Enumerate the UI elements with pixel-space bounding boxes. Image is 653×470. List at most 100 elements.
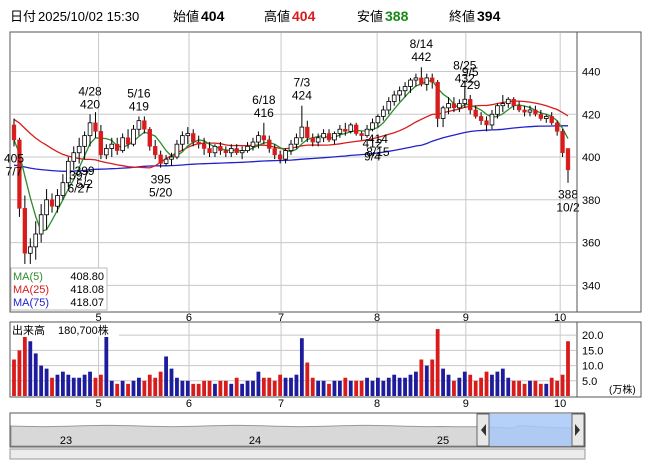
candle-body (527, 109, 533, 113)
volume-bar (299, 338, 304, 396)
candle-body (283, 150, 288, 160)
annotation-line2: 10/2 (556, 201, 580, 215)
volume-bar (93, 377, 98, 396)
candle-body (478, 116, 484, 121)
volume-bar (310, 377, 315, 396)
candle-body (560, 131, 565, 154)
volume-bar (435, 329, 440, 396)
header-high-label: 高値 (264, 9, 290, 24)
volume-x-tick-label: 6 (186, 398, 192, 410)
candle-body (522, 109, 527, 113)
annotation-line1: 8/14 (410, 37, 434, 51)
candle-body (234, 148, 239, 154)
candle-body (82, 135, 87, 147)
navigator-selection[interactable] (484, 414, 577, 446)
price-tick-label: 400 (582, 152, 600, 164)
candle-body (49, 199, 55, 207)
volume-bar (473, 380, 478, 396)
volume-latest: 180,700株 (58, 323, 109, 337)
volume-bar (528, 380, 532, 396)
volume-x-tick-label: 8 (374, 398, 380, 410)
candle-body (408, 79, 413, 87)
stock-chart: 日付 2025/10/02 15:30 始値 404 高値 404 安値 388… (0, 0, 653, 470)
volume-bar (484, 371, 489, 396)
candle-body (169, 156, 174, 160)
volume-bar (66, 374, 71, 396)
candle-body (294, 137, 299, 145)
volume-bar (495, 371, 500, 396)
volume-bar (316, 380, 321, 396)
volume-bar (245, 380, 250, 396)
volume-bar (408, 374, 413, 396)
volume-bar (511, 380, 516, 396)
volume-bar (71, 377, 76, 396)
annotation-line2: 6/27 (67, 181, 91, 195)
volume-bar (506, 377, 511, 396)
navigator-scrollbar[interactable] (9, 448, 586, 460)
candle-body (109, 143, 115, 149)
annotation-line2: 416 (254, 106, 274, 120)
annotation-line1: 5/16 (127, 86, 151, 100)
candle-body (115, 143, 120, 151)
candle-body (343, 128, 348, 132)
volume-bar (251, 380, 255, 396)
candle-body (549, 116, 554, 124)
candle-body (104, 148, 109, 156)
candle-body (321, 133, 326, 139)
volume-bar (538, 383, 543, 396)
price-tick-label: 440 (582, 66, 600, 78)
candle-body (326, 133, 332, 141)
candle-body (261, 135, 266, 141)
volume-bar (202, 380, 206, 396)
volume-bar (88, 371, 92, 396)
navigator-left-handle[interactable] (476, 413, 490, 447)
volume-bar (289, 377, 293, 396)
range-navigator[interactable]: 23 24 25 (9, 412, 586, 460)
candle-body (245, 145, 250, 152)
volume-bar (294, 374, 299, 396)
candle-body (250, 141, 256, 147)
annotation-line1: 397 (69, 168, 89, 182)
candle-body (136, 120, 142, 130)
volume-bar (403, 377, 407, 396)
ma-legend: MA(5) 408.80 MA(25) 418.08 MA(75) 418.07 (10, 267, 108, 311)
volume-bar (386, 377, 391, 396)
candle-body (565, 148, 571, 171)
volume-tick-label: 20.0 (582, 330, 603, 342)
volume-bar (147, 374, 152, 396)
candle-body (76, 145, 82, 154)
volume-bar (82, 374, 87, 396)
volume-x-tick-label: 9 (463, 398, 469, 410)
candle-body (451, 103, 457, 109)
candle-body (430, 77, 435, 83)
volume-bar (397, 377, 402, 396)
volume-bar (39, 365, 44, 396)
candle-body (310, 137, 315, 143)
price-tick-label: 380 (582, 195, 600, 207)
volume-bar (175, 377, 179, 396)
candle-body (98, 131, 104, 156)
volume-bar (131, 380, 136, 396)
volume-bar (272, 380, 277, 396)
navigator-year-label: 25 (437, 435, 449, 447)
annotation-line1: 4/28 (78, 84, 102, 98)
volume-bar (126, 383, 130, 396)
volume-bar (77, 377, 82, 396)
candle-body (87, 122, 93, 137)
price-tick-label: 420 (582, 109, 600, 121)
volume-bar (180, 380, 185, 396)
navigator-right-handle[interactable] (571, 413, 585, 447)
volume-title: 出来高 (12, 323, 45, 337)
volume-bar (376, 377, 380, 396)
legend-ma5-value: 408.80 (70, 271, 104, 283)
volume-bar (549, 377, 554, 396)
legend-ma75-name: MA(75) (13, 297, 49, 309)
annotation-line2: 419 (129, 99, 149, 113)
volume-bar (365, 377, 369, 396)
volume-bar (191, 383, 196, 396)
candle-body (554, 122, 560, 132)
volume-bar (424, 365, 429, 396)
volume-bar (500, 368, 505, 396)
header-high-value: 404 (292, 8, 316, 24)
volume-bar (120, 380, 125, 396)
